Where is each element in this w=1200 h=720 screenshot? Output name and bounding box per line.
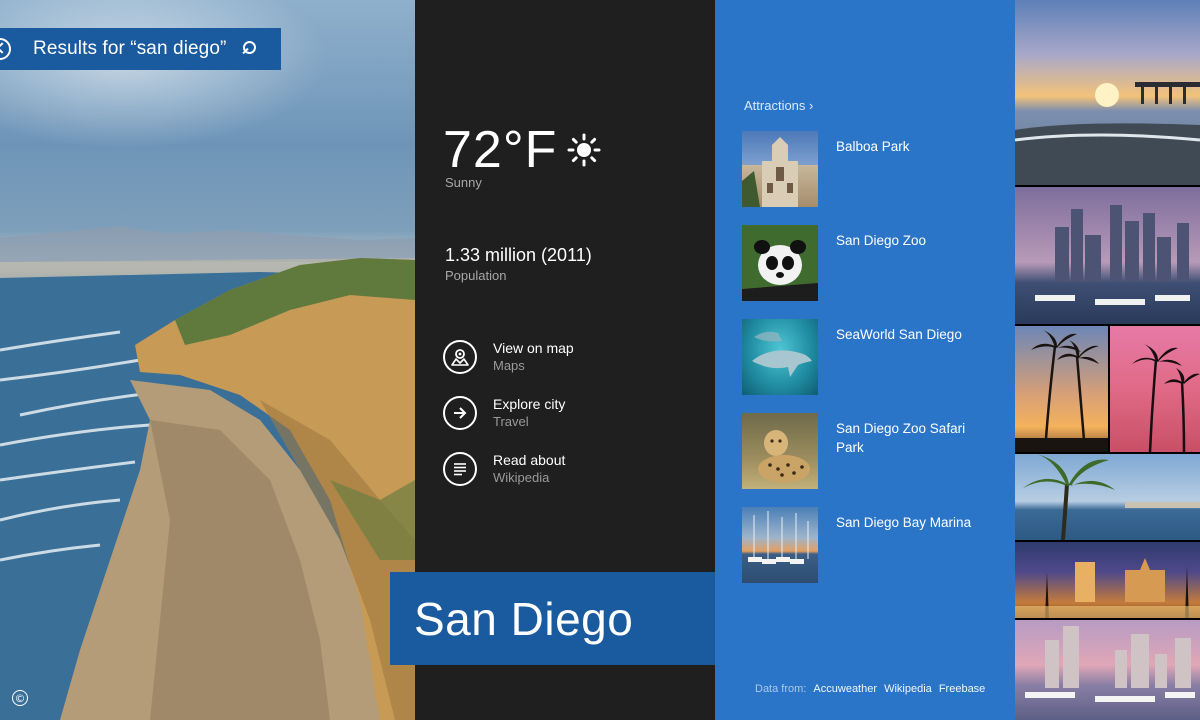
attraction-name: San Diego Zoo Safari Park bbox=[836, 421, 966, 455]
source-accuweather-link[interactable]: Accuweather bbox=[813, 683, 877, 695]
attraction-item-san-diego-zoo[interactable]: San Diego Zoo bbox=[742, 225, 992, 301]
gallery-photo-palms-sunset[interactable] bbox=[1015, 326, 1108, 452]
attraction-item-bay-marina[interactable]: San Diego Bay Marina bbox=[742, 507, 992, 583]
hero-landscape-image: © bbox=[0, 0, 415, 720]
action-title: Explore city bbox=[493, 396, 566, 412]
source-freebase-link[interactable]: Freebase bbox=[939, 683, 985, 695]
map-pin-icon bbox=[443, 340, 477, 374]
attraction-name: San Diego Bay Marina bbox=[836, 515, 972, 530]
action-subtitle: Travel bbox=[493, 414, 529, 429]
attraction-thumbnail bbox=[742, 225, 818, 301]
attraction-name: Balboa Park bbox=[836, 139, 910, 154]
gallery-photo-skyline[interactable] bbox=[1015, 187, 1200, 324]
action-subtitle: Wikipedia bbox=[493, 470, 550, 485]
arrow-right-icon bbox=[443, 396, 477, 430]
read-about-button[interactable]: Read about Wikipedia bbox=[443, 449, 565, 489]
photo-gallery-strip bbox=[1015, 0, 1200, 720]
action-title: View on map bbox=[493, 340, 574, 356]
action-subtitle: Maps bbox=[493, 358, 525, 373]
gallery-photo-palms-pink[interactable] bbox=[1110, 326, 1200, 452]
population-label: Population bbox=[445, 268, 507, 283]
gallery-photo-night-plaza[interactable] bbox=[1015, 542, 1200, 618]
back-arrow-icon[interactable] bbox=[0, 28, 22, 70]
coastline-illustration bbox=[0, 226, 415, 720]
attraction-thumbnail bbox=[742, 131, 818, 207]
attraction-thumbnail bbox=[742, 413, 818, 489]
source-wikipedia-link[interactable]: Wikipedia bbox=[884, 683, 932, 695]
action-title: Read about bbox=[493, 452, 566, 468]
gallery-photo-palm-coast[interactable] bbox=[1015, 454, 1200, 540]
view-on-map-button[interactable]: View on map Maps bbox=[443, 337, 574, 377]
attractions-header-link[interactable]: Attractions › bbox=[744, 98, 813, 113]
population-value: 1.33 million (2011) bbox=[445, 245, 592, 265]
explore-city-button[interactable]: Explore city Travel bbox=[443, 393, 565, 433]
data-sources-footer: Data from: Accuweather Wikipedia Freebas… bbox=[755, 683, 985, 695]
attraction-thumbnail bbox=[742, 319, 818, 395]
weather-condition: Sunny bbox=[445, 175, 482, 190]
attraction-name: SeaWorld San Diego bbox=[836, 327, 962, 342]
attractions-panel: Attractions › Balboa Park San Diego Zoo … bbox=[715, 0, 1015, 720]
sun-icon bbox=[567, 133, 601, 167]
copyright-icon: © bbox=[12, 690, 28, 706]
city-name-tile: San Diego bbox=[390, 572, 715, 665]
search-icon[interactable] bbox=[238, 39, 258, 59]
data-from-label: Data from: bbox=[755, 683, 807, 695]
attraction-item-safari-park[interactable]: San Diego Zoo Safari Park bbox=[742, 413, 992, 489]
article-icon bbox=[443, 452, 477, 486]
temperature-value: 72°F bbox=[443, 121, 558, 179]
gallery-photo-marina-dusk[interactable] bbox=[1015, 620, 1200, 720]
gallery-photo-pier-sunset[interactable] bbox=[1015, 0, 1200, 185]
search-results-label[interactable]: Results for “san diego” bbox=[33, 38, 226, 60]
attraction-item-balboa-park[interactable]: Balboa Park bbox=[742, 131, 992, 207]
attraction-item-seaworld[interactable]: SeaWorld San Diego bbox=[742, 319, 992, 395]
search-results-bar: Results for “san diego” bbox=[0, 28, 281, 70]
attraction-thumbnail bbox=[742, 507, 818, 583]
attraction-name: San Diego Zoo bbox=[836, 233, 927, 248]
